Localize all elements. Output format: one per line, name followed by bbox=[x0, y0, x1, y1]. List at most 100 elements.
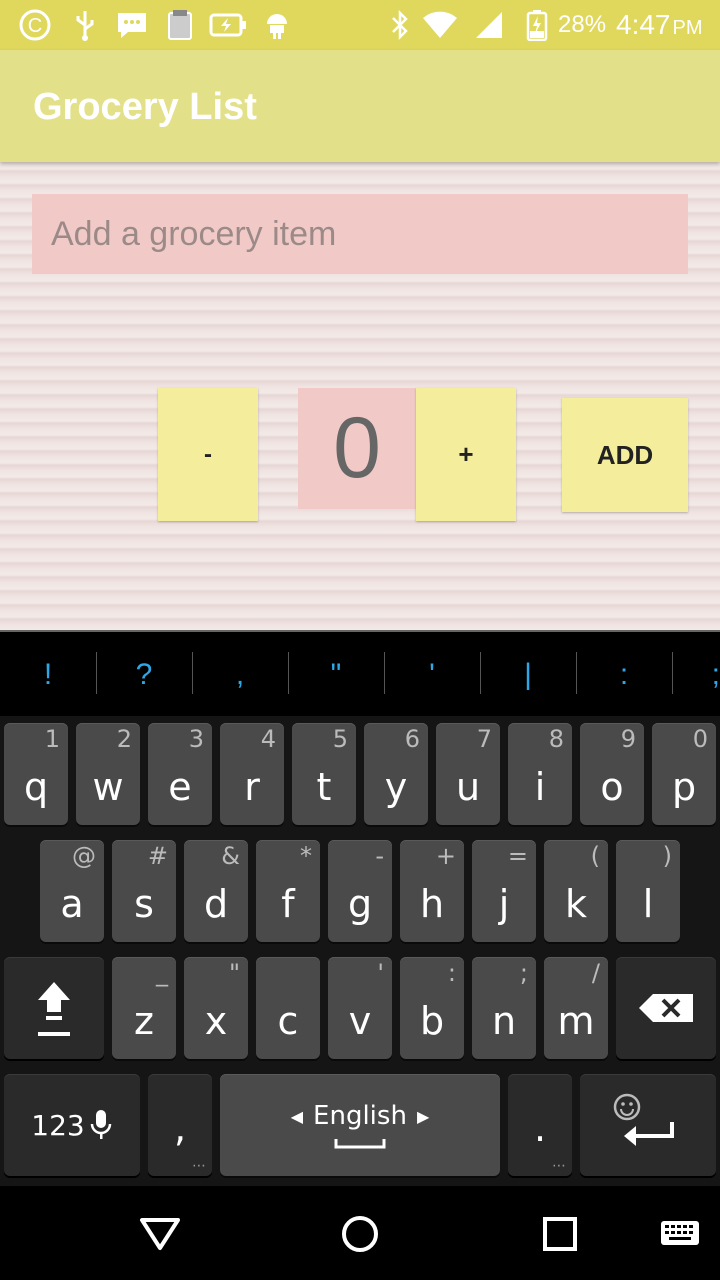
key-hint: _ bbox=[156, 959, 168, 987]
key-hint: - bbox=[375, 842, 384, 870]
enter-icon bbox=[624, 1122, 674, 1146]
key-l[interactable]: ) l bbox=[616, 840, 680, 942]
android-icon bbox=[262, 8, 292, 42]
key-hint: 9 bbox=[620, 725, 636, 753]
key-c[interactable]: c bbox=[256, 957, 320, 1059]
content-area: - 0 + ADD bbox=[0, 162, 720, 630]
message-icon bbox=[114, 8, 150, 42]
space-key[interactable]: ◀ English ▶ bbox=[220, 1074, 500, 1176]
key-w[interactable]: 2w bbox=[76, 723, 140, 825]
app-bar: Grocery List bbox=[0, 50, 720, 162]
app-icon bbox=[164, 8, 196, 42]
key-a[interactable]: @ a bbox=[40, 840, 104, 942]
grocery-item-input[interactable] bbox=[32, 194, 688, 274]
key-hint: * bbox=[300, 842, 312, 870]
key-e[interactable]: 3e bbox=[148, 723, 212, 825]
key-label: m bbox=[557, 999, 595, 1043]
signal-icon bbox=[472, 8, 506, 42]
key-label: v bbox=[348, 999, 372, 1043]
svg-text:C: C bbox=[28, 15, 42, 37]
backspace-key[interactable] bbox=[616, 957, 716, 1059]
key-label: a bbox=[60, 882, 84, 926]
increment-button[interactable]: + bbox=[416, 388, 516, 521]
key-label: k bbox=[564, 882, 587, 926]
key-label: w bbox=[92, 765, 124, 809]
suggestion-comma[interactable]: , bbox=[192, 632, 288, 718]
bluetooth-icon bbox=[386, 8, 414, 42]
arrow-left-icon: ◀ bbox=[290, 1106, 304, 1126]
key-x[interactable]: " x bbox=[184, 957, 248, 1059]
key-label: g bbox=[347, 882, 373, 926]
key-q[interactable]: 1q bbox=[4, 723, 68, 825]
key-label: o bbox=[600, 765, 624, 809]
period-key[interactable]: . ⋯ bbox=[508, 1074, 572, 1176]
space-language-label: English bbox=[313, 1101, 407, 1131]
suggestion-exclamation[interactable]: ! bbox=[0, 632, 96, 718]
key-j[interactable]: = j bbox=[472, 840, 536, 942]
key-label: y bbox=[384, 765, 408, 809]
key-k[interactable]: (k bbox=[544, 840, 608, 942]
key-label: e bbox=[168, 765, 192, 809]
key-label: n bbox=[491, 999, 517, 1043]
comma-key-label: , bbox=[173, 1106, 187, 1150]
more-dots-icon: ⋯ bbox=[552, 1158, 566, 1174]
key-hint: 6 bbox=[404, 725, 420, 753]
key-i[interactable]: 8i bbox=[508, 723, 572, 825]
wifi-icon bbox=[420, 8, 460, 42]
key-f[interactable]: * f bbox=[256, 840, 320, 942]
key-p[interactable]: 0p bbox=[652, 723, 716, 825]
decrement-button[interactable]: - bbox=[158, 388, 258, 521]
key-n[interactable]: ; n bbox=[472, 957, 536, 1059]
numbers-key[interactable]: 123 bbox=[4, 1074, 140, 1176]
key-label: p bbox=[671, 765, 697, 809]
key-hint: 3 bbox=[188, 725, 204, 753]
key-r[interactable]: 4r bbox=[220, 723, 284, 825]
add-button[interactable]: ADD bbox=[562, 398, 688, 512]
key-label: j bbox=[498, 882, 510, 926]
copyright-c-icon: C bbox=[16, 8, 54, 42]
key-u[interactable]: 7u bbox=[436, 723, 500, 825]
key-label: s bbox=[134, 882, 154, 926]
key-d[interactable]: & d bbox=[184, 840, 248, 942]
key-y[interactable]: 6y bbox=[364, 723, 428, 825]
more-dots-icon: ⋯ bbox=[192, 1158, 206, 1174]
suggestion-double-quote[interactable]: " bbox=[288, 632, 384, 718]
key-hint: 0 bbox=[692, 725, 708, 753]
suggestion-question[interactable]: ? bbox=[96, 632, 192, 718]
enter-key[interactable] bbox=[580, 1074, 716, 1176]
key-hint: : bbox=[447, 959, 456, 987]
suggestion-single-quote[interactable]: ' bbox=[384, 632, 480, 718]
recents-nav-button[interactable] bbox=[530, 1206, 590, 1262]
key-o[interactable]: 9o bbox=[580, 723, 644, 825]
key-label: z bbox=[134, 999, 154, 1043]
key-s[interactable]: # s bbox=[112, 840, 176, 942]
keyboard-switch-button[interactable] bbox=[650, 1206, 710, 1262]
key-m[interactable]: / m bbox=[544, 957, 608, 1059]
key-hint: 8 bbox=[548, 725, 564, 753]
key-b[interactable]: :b bbox=[400, 957, 464, 1059]
space-bar-icon bbox=[334, 1139, 386, 1149]
key-t[interactable]: 5t bbox=[292, 723, 356, 825]
key-hint: 4 bbox=[260, 725, 276, 753]
suggestion-strip: ! ? , " ' | : ; bbox=[0, 630, 720, 716]
language-row: ◀ English ▶ bbox=[291, 1101, 430, 1131]
back-nav-button[interactable] bbox=[130, 1206, 190, 1262]
clock-time: 4:47 bbox=[616, 9, 671, 40]
shift-key[interactable] bbox=[4, 957, 104, 1059]
key-hint: ( bbox=[590, 842, 600, 870]
comma-key[interactable]: , ⋯ bbox=[148, 1074, 212, 1176]
key-z[interactable]: _ z bbox=[112, 957, 176, 1059]
app-title: Grocery List bbox=[33, 86, 257, 128]
suggestion-pipe[interactable]: | bbox=[480, 632, 576, 718]
key-v[interactable]: ' v bbox=[328, 957, 392, 1059]
key-h[interactable]: + h bbox=[400, 840, 464, 942]
key-hint: ; bbox=[519, 959, 528, 987]
home-nav-button[interactable] bbox=[330, 1206, 390, 1262]
key-hint: 1 bbox=[44, 725, 60, 753]
key-hint: ' bbox=[377, 959, 384, 987]
quantity-display: 0 bbox=[298, 388, 416, 509]
key-g[interactable]: -g bbox=[328, 840, 392, 942]
suggestion-semicolon[interactable]: ; bbox=[672, 632, 720, 718]
key-label: q bbox=[23, 765, 49, 809]
suggestion-colon[interactable]: : bbox=[576, 632, 672, 718]
